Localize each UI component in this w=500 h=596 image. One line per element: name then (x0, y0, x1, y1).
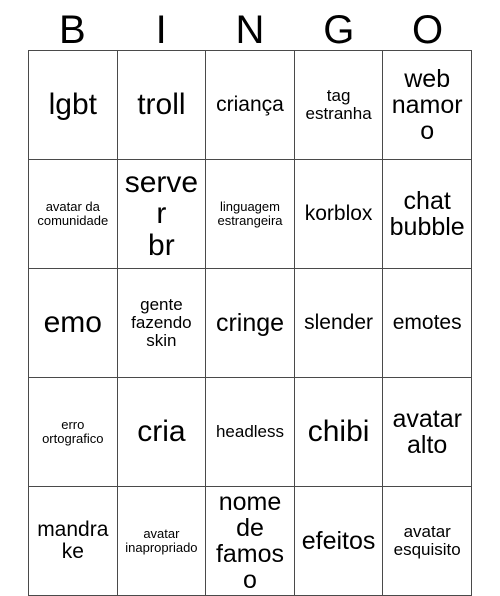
bingo-cell[interactable]: avatar inapropriado (117, 487, 207, 596)
bingo-cell-label: nome de famoso (215, 488, 285, 594)
bingo-cell-label: emotes (392, 311, 462, 335)
bingo-cell[interactable]: linguagem estrangeira (206, 160, 295, 269)
bingo-cell[interactable]: slender (294, 269, 384, 378)
bingo-cell-label: criança (216, 93, 284, 117)
bingo-cell-label: avatar alto (392, 405, 462, 459)
bingo-cell-label: mandrake (37, 518, 109, 563)
bingo-cell[interactable]: web namoro (383, 51, 472, 160)
bingo-cell-label: cria (137, 415, 186, 449)
bingo-grid: lgbt troll criança tag estranha web namo… (28, 50, 472, 596)
bingo-cell[interactable]: avatar alto (383, 378, 472, 487)
bingo-cell-label: cringe (215, 309, 285, 337)
bingo-cell[interactable]: chibi (294, 378, 384, 487)
bingo-cell-label: slender (304, 311, 374, 335)
bingo-card: B I N G O lgbt troll criança tag estranh… (28, 10, 472, 596)
bingo-cell-label: linguagem estrangeira (217, 199, 283, 228)
bingo-cell[interactable]: emo (29, 269, 118, 378)
bingo-cell-label: server br (124, 166, 199, 262)
bingo-cell[interactable]: headless (206, 378, 295, 487)
bingo-cell[interactable]: nome de famoso (206, 487, 295, 596)
bingo-header-letter-g: G (323, 8, 355, 52)
bingo-cell-label: emo (43, 306, 102, 340)
bingo-cell-label: chat bubble (389, 187, 465, 241)
bingo-cell-label: headless (215, 422, 285, 442)
bingo-cell[interactable]: criança (206, 51, 295, 160)
bingo-cell-label: web namoro (391, 65, 463, 145)
bingo-cell-label: tag estranha (305, 86, 372, 123)
bingo-cell-label: avatar da comunidade (37, 199, 109, 228)
bingo-header-letter-b: B (59, 8, 86, 52)
bingo-cell[interactable]: avatar esquisito (383, 487, 472, 596)
bingo-cell[interactable]: mandrake (29, 487, 118, 596)
bingo-header-row: B I N G O (28, 10, 472, 50)
bingo-cell-label: chibi (307, 415, 370, 449)
bingo-cell[interactable]: cringe (206, 269, 295, 378)
bingo-cell[interactable]: server br (117, 160, 207, 269)
bingo-cell-label: lgbt (48, 88, 97, 122)
bingo-cell[interactable]: efeitos (294, 487, 384, 596)
bingo-cell[interactable]: chat bubble (383, 160, 472, 269)
bingo-cell-label: avatar inapropriado (125, 526, 198, 555)
bingo-cell[interactable]: cria (117, 378, 207, 487)
bingo-cell[interactable]: gente fazendo skin (117, 269, 207, 378)
bingo-cell[interactable]: korblox (294, 160, 384, 269)
bingo-cell[interactable]: avatar da comunidade (29, 160, 118, 269)
bingo-cell[interactable]: erro ortografico (29, 378, 118, 487)
bingo-cell-label: korblox (304, 202, 373, 226)
bingo-cell-label: efeitos (301, 527, 376, 555)
bingo-cell[interactable]: troll (117, 51, 207, 160)
bingo-cell-label: erro ortografico (42, 417, 104, 446)
bingo-header-letter-i: I (155, 8, 167, 52)
bingo-header-letter-o: O (412, 8, 444, 52)
bingo-header-letter-n: N (235, 8, 265, 52)
bingo-cell-label: troll (137, 88, 186, 122)
bingo-cell-label: avatar esquisito (393, 522, 461, 559)
bingo-cell-label: gente fazendo skin (131, 295, 192, 350)
bingo-cell[interactable]: lgbt (29, 51, 118, 160)
bingo-cell[interactable]: tag estranha (294, 51, 384, 160)
bingo-cell[interactable]: emotes (383, 269, 472, 378)
